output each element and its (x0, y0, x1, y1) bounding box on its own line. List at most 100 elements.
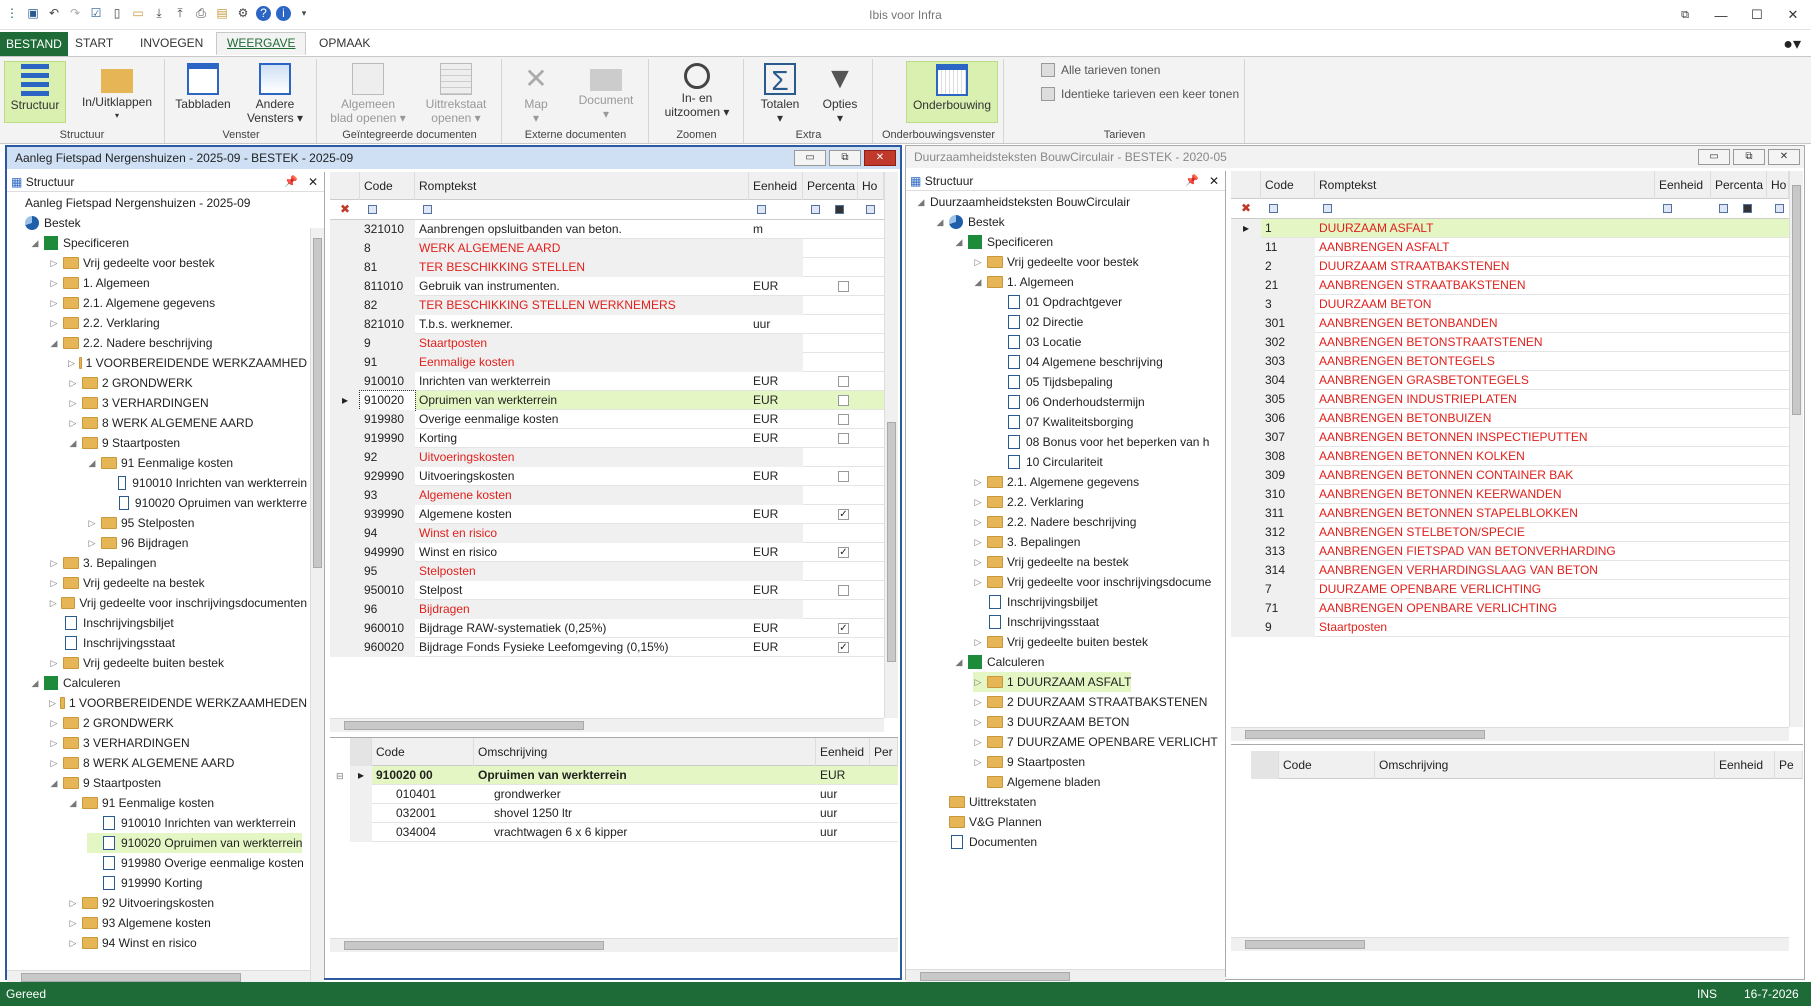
expand-icon[interactable]: ▷ (973, 572, 983, 592)
collapse-icon[interactable]: ◢ (30, 673, 40, 693)
row-indicator[interactable] (330, 448, 360, 467)
table-row[interactable]: 304 AANBRENGEN GRASBETONTEGELS (1231, 371, 1789, 390)
row-indicator[interactable] (1231, 599, 1261, 618)
col-ho[interactable]: Ho (858, 172, 884, 200)
tree-item[interactable]: 910020 Opruimen van werkterre (106, 493, 307, 513)
tree-item[interactable]: ▷ 3. Bepalingen (973, 532, 1081, 552)
code-cell[interactable]: 919990 (360, 429, 415, 448)
structuur-button[interactable]: Structuur (4, 61, 66, 123)
tree-item[interactable]: ▷ Vrij gedeelte buiten bestek (49, 653, 224, 673)
tree-item[interactable]: 02 Directie (992, 312, 1083, 332)
sub-code-cell[interactable]: 010401 (392, 785, 492, 804)
table-row[interactable]: 21 AANBRENGEN STRAATBAKSTENEN (1231, 276, 1789, 295)
code-cell[interactable]: 919980 (360, 410, 415, 429)
map-button[interactable]: ✕ Map ▾ (513, 61, 559, 131)
tree-item[interactable]: 919980 Overige eenmalige kosten (87, 853, 304, 873)
expand-icon[interactable]: ▷ (49, 253, 59, 273)
tree-item[interactable]: ▷ 8 WERK ALGEMENE AARD (68, 413, 254, 433)
sub-row-indicator[interactable] (350, 823, 372, 842)
code-cell[interactable]: 95 (360, 562, 415, 581)
table-row[interactable]: 308 AANBRENGEN BETONNEN KOLKEN (1231, 447, 1789, 466)
romptekst-cell[interactable]: AANBRENGEN FIETSPAD VAN BETONVERHARDING (1315, 542, 1655, 561)
right-restore-button[interactable]: ⧉ (1733, 149, 1765, 165)
identieke-tarieven-button[interactable]: Identieke tarieven een keer tonen (1041, 87, 1239, 101)
romptekst-cell[interactable]: Gebruik van instrumenten. (415, 277, 749, 296)
collapse-icon[interactable]: ◢ (954, 652, 964, 672)
table-row[interactable]: 311 AANBRENGEN BETONNEN STAPELBLOKKEN (1231, 504, 1789, 523)
code-cell[interactable]: 3 (1261, 295, 1315, 314)
col-ho[interactable]: Ho (1767, 171, 1789, 199)
tree-item[interactable]: ◢ Bestek (935, 212, 1005, 232)
left-grid-hscroll[interactable] (330, 718, 884, 732)
tree-item[interactable]: ◢ 91 Eenmalige kosten (87, 453, 234, 473)
left-grid-vscroll-thumb[interactable] (887, 422, 896, 662)
tab-opmaak[interactable]: OPMAAK (309, 33, 380, 56)
left-grid-vscroll[interactable] (884, 172, 898, 718)
algemeen-blad-openen-button[interactable]: Algemeen blad openen ▾ (328, 61, 408, 131)
sub-table-row[interactable]: ▸ 910020 00 Opruimen van werkterrein EUR (350, 766, 898, 785)
expand-icon[interactable]: ▷ (973, 732, 983, 752)
tree-item[interactable]: ▷ 2.1. Algemene gegevens (973, 472, 1140, 492)
expand-icon[interactable]: ▷ (973, 252, 983, 272)
andere-vensters-button[interactable]: Andere Vensters ▾ (242, 61, 308, 131)
collapse-icon[interactable]: ◢ (973, 272, 983, 292)
col-percentage[interactable]: Percenta (803, 172, 858, 200)
tree-item[interactable]: ▷ 2.2. Verklaring (49, 313, 160, 333)
uittrekstaat-openen-button[interactable]: Uittrekstaat openen ▾ (414, 61, 498, 131)
eenheid-cell[interactable]: EUR (749, 505, 803, 524)
table-row[interactable]: 81 TER BESCHIKKING STELLEN (330, 258, 884, 277)
code-cell[interactable]: 7 (1261, 580, 1315, 599)
tab-invoegen[interactable]: INVOEGEN (130, 33, 213, 56)
row-indicator[interactable] (1231, 238, 1261, 257)
expand-icon[interactable]: ▷ (49, 653, 59, 673)
percentage-checkbox[interactable] (838, 433, 849, 444)
sub-eenheid-cell[interactable]: EUR (816, 766, 870, 785)
percentage-checkbox[interactable] (838, 585, 849, 596)
sub-omschrijving-cell[interactable]: grondwerker (490, 785, 816, 804)
romptekst-cell[interactable]: DUURZAME OPENBARE VERLICHTING (1315, 580, 1655, 599)
collapse-icon[interactable]: ◢ (935, 212, 945, 232)
code-cell[interactable]: 96 (360, 600, 415, 619)
row-indicator[interactable] (1231, 542, 1261, 561)
code-cell[interactable]: 302 (1261, 333, 1315, 352)
row-indicator[interactable] (330, 296, 360, 315)
row-indicator[interactable] (1231, 618, 1261, 637)
row-indicator[interactable] (330, 353, 360, 372)
filter-romptekst-icon[interactable] (423, 205, 432, 214)
romptekst-cell[interactable]: Winst en risico (415, 524, 749, 543)
tree-item[interactable]: ◢ 1. Algemeen (973, 272, 1074, 292)
tree-item[interactable]: ◢ 9 Staartposten (49, 773, 162, 793)
user-icon[interactable]: ●▾ (1783, 34, 1801, 54)
tree-item[interactable]: Bestek (11, 213, 81, 233)
sub-col-code[interactable]: Code (372, 738, 474, 766)
row-indicator[interactable] (330, 372, 360, 391)
tree-item[interactable]: ▷ 1. Algemeen (49, 273, 150, 293)
right-sub-hscroll[interactable] (1231, 937, 1789, 951)
table-row[interactable]: 811010 Gebruik van instrumenten. EUR (330, 277, 884, 296)
code-cell[interactable]: 11 (1261, 238, 1315, 257)
close-button[interactable]: ✕ (1775, 0, 1811, 30)
sub-row-indicator[interactable]: ▸ (350, 766, 372, 785)
tree-item[interactable]: ▷ Vrij gedeelte buiten bestek (973, 632, 1148, 652)
row-indicator[interactable] (330, 315, 360, 334)
table-row[interactable]: 8 WERK ALGEMENE AARD (330, 239, 884, 258)
row-indicator[interactable] (1231, 257, 1261, 276)
tree-item[interactable]: ▷ 2.2. Nadere beschrijving (973, 512, 1137, 532)
percentage-checkbox[interactable]: ✓ (838, 642, 849, 653)
code-cell[interactable]: 821010 (360, 315, 415, 334)
right-minimize-button[interactable]: ▭ (1698, 149, 1730, 165)
filter-percentage-icon[interactable] (1719, 204, 1728, 213)
sub-row-indicator[interactable] (350, 785, 372, 804)
tree-item[interactable]: 01 Opdrachtgever (992, 292, 1122, 312)
romptekst-cell[interactable]: AANBRENGEN BETONBUIZEN (1315, 409, 1655, 428)
table-row[interactable]: 919990 Korting EUR (330, 429, 884, 448)
collapse-icon[interactable]: ◢ (87, 453, 97, 473)
tree-item[interactable]: 07 Kwaliteitsborging (992, 412, 1133, 432)
expand-icon[interactable]: ▷ (973, 752, 983, 772)
sub-eenheid-cell[interactable]: uur (816, 823, 870, 842)
tree-item[interactable]: 910010 Inrichten van werkterrein (87, 813, 296, 833)
code-cell[interactable]: 311 (1261, 504, 1315, 523)
tree-item[interactable]: ▷ 7 DUURZAME OPENBARE VERLICHT (973, 732, 1218, 752)
percentage-checkbox[interactable]: ✓ (838, 623, 849, 634)
expand-icon[interactable]: ▷ (973, 532, 983, 552)
